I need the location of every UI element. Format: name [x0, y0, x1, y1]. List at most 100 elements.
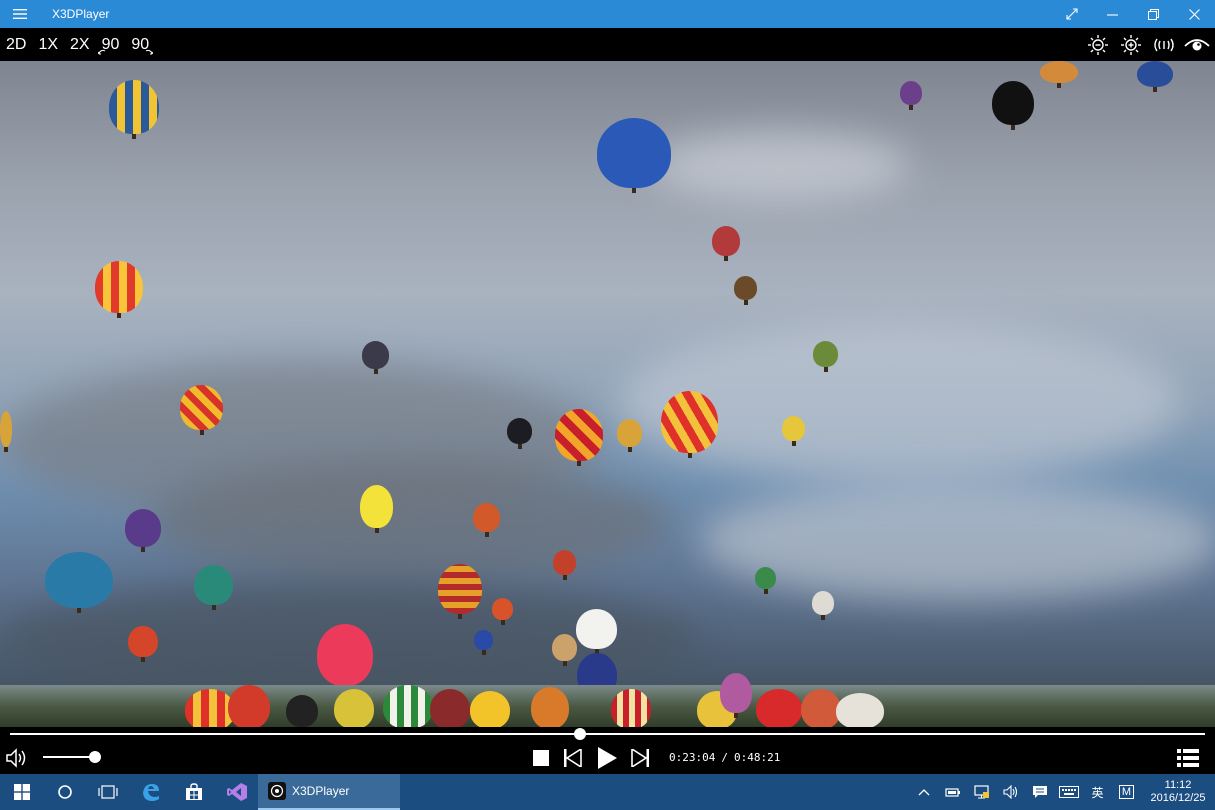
rotate-right-button[interactable]: 90 — [125, 28, 155, 61]
battery-button[interactable] — [938, 774, 967, 810]
playlist-button[interactable] — [1175, 741, 1201, 774]
brightness-down-icon — [1087, 34, 1108, 55]
zoom-2x-button[interactable]: 2X — [64, 28, 96, 61]
volume-slider-track[interactable] — [43, 756, 95, 758]
hot-air-balloon — [430, 689, 470, 727]
volume-button[interactable] — [4, 741, 32, 774]
hot-air-balloon — [756, 689, 802, 727]
time-display: 0:23:04 / 0:48:21 — [669, 741, 780, 774]
notification-icon — [1032, 786, 1047, 798]
hot-air-balloon — [712, 226, 740, 261]
start-button[interactable] — [0, 774, 43, 810]
hot-air-balloon — [362, 341, 389, 374]
zoom-1x-button[interactable]: 1X — [32, 28, 64, 61]
eye-button[interactable] — [1180, 28, 1213, 61]
seek-track[interactable] — [10, 733, 1205, 735]
speaker-icon — [1002, 785, 1017, 799]
hot-air-balloon — [1040, 61, 1078, 88]
hot-air-balloon — [900, 81, 922, 110]
hot-air-balloon — [1137, 61, 1173, 92]
action-center-button[interactable] — [1025, 774, 1054, 810]
eye-icon — [1183, 38, 1210, 50]
stop-button[interactable] — [530, 741, 552, 774]
ime-language-label: 英 — [1091, 785, 1104, 800]
hot-air-balloon — [228, 685, 270, 727]
store-button[interactable] — [172, 774, 215, 810]
cortana-button[interactable] — [43, 774, 86, 810]
edge-button[interactable] — [129, 774, 172, 810]
playlist-icon — [1177, 748, 1199, 767]
brightness-up-button[interactable] — [1114, 28, 1147, 61]
hot-air-balloon — [576, 609, 617, 654]
previous-button[interactable] — [562, 741, 584, 774]
network-button[interactable] — [967, 774, 996, 810]
task-view-icon — [97, 785, 118, 799]
clock-time: 11:12 — [1164, 779, 1192, 791]
hot-air-balloon — [474, 630, 493, 655]
hot-air-balloon — [661, 391, 718, 458]
play-button[interactable] — [595, 741, 619, 774]
cast-button[interactable] — [1147, 28, 1180, 61]
hot-air-balloon — [470, 691, 510, 727]
hot-air-balloon — [125, 509, 161, 552]
hot-air-balloon — [507, 418, 532, 449]
taskbar-app-x3dplayer[interactable]: X3DPlayer — [258, 774, 400, 810]
rotate-left-button[interactable]: 90 — [96, 28, 126, 61]
seek-bar[interactable] — [0, 727, 1215, 741]
hot-air-balloon — [836, 693, 884, 727]
playback-controls: 0:23:04 / 0:48:21 — [0, 741, 1215, 774]
edge-browser-icon — [142, 784, 159, 801]
volume-slider-thumb[interactable] — [89, 751, 101, 763]
skip-next-icon — [631, 748, 649, 767]
time-separator: / — [721, 751, 728, 764]
fullscreen-button[interactable] — [1051, 0, 1092, 28]
mode-2d-button[interactable]: 2D — [0, 28, 32, 61]
video-surface[interactable] — [0, 61, 1215, 727]
hot-air-balloon — [611, 689, 651, 727]
hot-air-balloon — [360, 485, 393, 533]
restore-button[interactable] — [1133, 0, 1174, 28]
skip-previous-icon — [564, 748, 582, 767]
taskbar-clock[interactable]: 11:12 2016/12/25 — [1141, 774, 1215, 810]
current-time: 0:23:04 — [669, 751, 716, 764]
hot-air-balloon — [755, 567, 776, 594]
cast-icon — [1153, 38, 1174, 51]
visual-studio-button[interactable] — [215, 774, 258, 810]
tray-overflow-button[interactable] — [909, 774, 938, 810]
hot-air-balloon — [552, 634, 577, 666]
brightness-down-button[interactable] — [1081, 28, 1114, 61]
task-view-button[interactable] — [86, 774, 129, 810]
windows-logo-icon — [13, 784, 30, 800]
seek-thumb[interactable] — [574, 728, 586, 740]
ime-language-button[interactable]: 英 — [1083, 774, 1112, 810]
hot-air-balloon — [555, 409, 603, 466]
next-button[interactable] — [629, 741, 651, 774]
taskbar-app-label: X3DPlayer — [292, 784, 350, 798]
zoom-1x-label: 1X — [38, 35, 59, 53]
top-toolbar: 2D 1X 2X 90 90 — [0, 28, 1215, 61]
stop-icon — [533, 749, 549, 766]
hot-air-balloon — [317, 624, 373, 691]
x3dplayer-app-icon — [268, 782, 286, 800]
hot-air-balloon — [734, 276, 757, 305]
hot-air-balloon — [473, 503, 500, 537]
hot-air-balloon — [45, 552, 113, 613]
hot-air-balloon — [438, 564, 482, 619]
speaker-button[interactable] — [996, 774, 1025, 810]
hot-air-balloon — [383, 685, 433, 727]
minimize-button[interactable] — [1092, 0, 1133, 28]
play-icon — [598, 746, 617, 769]
hamburger-menu-icon[interactable] — [0, 0, 40, 28]
hot-air-balloon — [813, 341, 838, 372]
mode-2d-label: 2D — [6, 35, 27, 53]
total-time: 0:48:21 — [733, 751, 781, 764]
hot-air-balloon — [180, 385, 223, 435]
touch-keyboard-button[interactable] — [1054, 774, 1083, 810]
keyboard-icon — [1058, 786, 1079, 798]
network-icon — [973, 785, 989, 799]
close-button[interactable] — [1174, 0, 1215, 28]
balloon-field-ground — [0, 685, 1215, 727]
hot-air-balloon — [531, 687, 569, 727]
input-mode-button[interactable]: M — [1112, 774, 1141, 810]
brightness-up-icon — [1120, 34, 1141, 55]
